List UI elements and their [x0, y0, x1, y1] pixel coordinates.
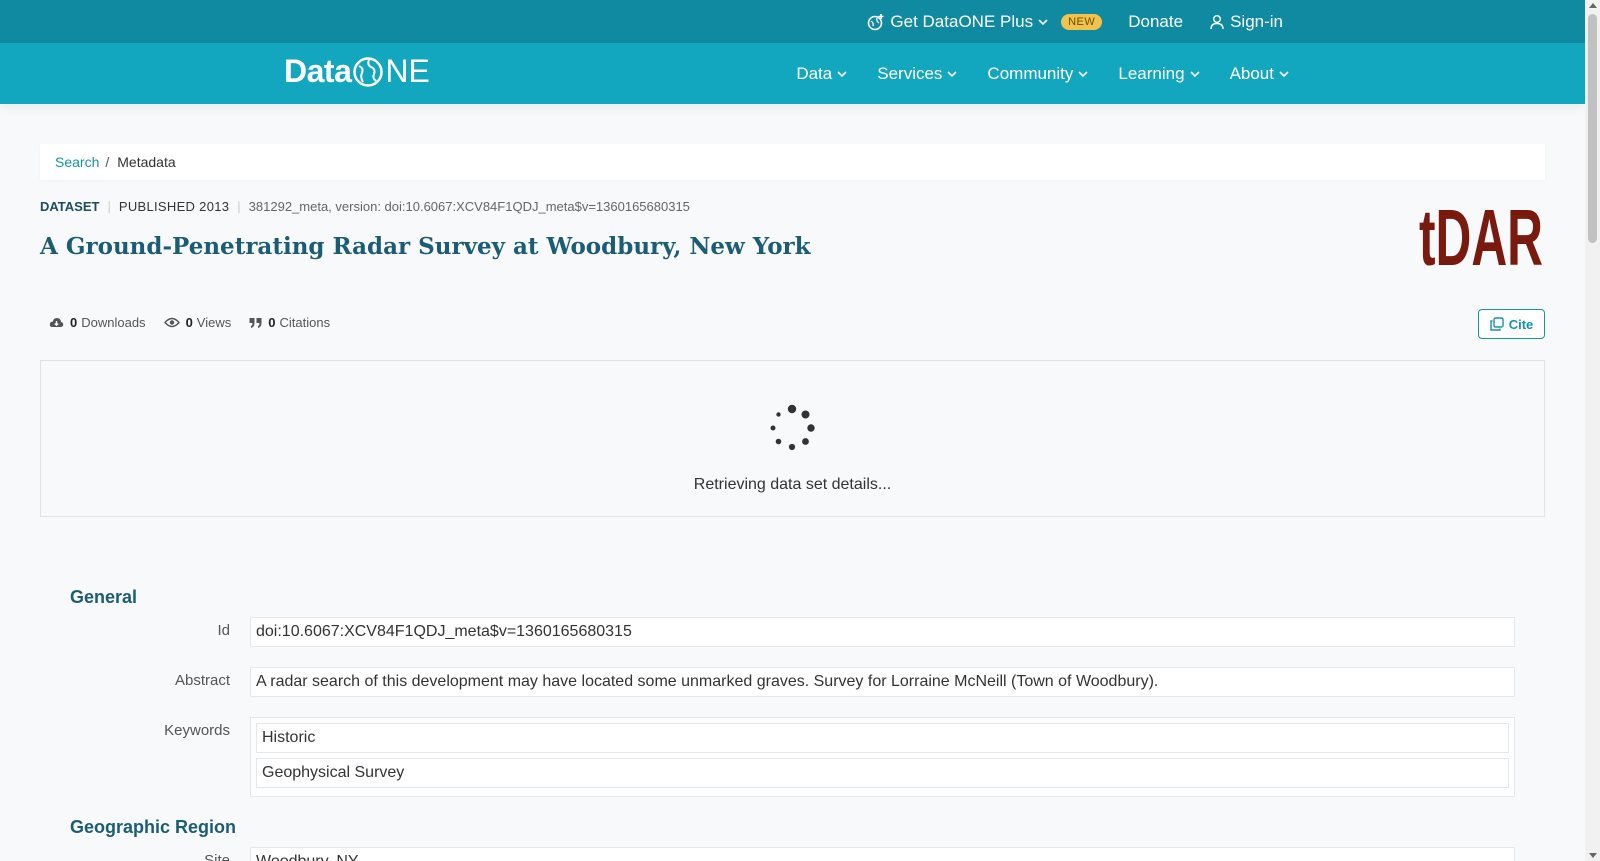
nav-item-learning[interactable]: Learning [1118, 63, 1200, 84]
views-metric: 0 Views [163, 315, 232, 330]
top-utility-bar: Get DataONE Plus NEW Donate Sign-in [0, 0, 1585, 43]
nav-item-label: Data [796, 63, 833, 83]
nav-item-community[interactable]: Community [987, 64, 1088, 84]
site-value: Woodbury, NY [250, 847, 1515, 861]
chevron-down-icon [837, 70, 847, 77]
loading-spinner-icon [770, 404, 815, 451]
logo-text-one: NE [385, 53, 430, 89]
donate-label: Donate [1128, 11, 1184, 31]
scroll-up-arrow-icon[interactable] [1589, 3, 1597, 8]
breadcrumb-current: Metadata [117, 154, 176, 170]
nav-item-label: Learning [1118, 63, 1185, 83]
breadcrumb: Search / Metadata [40, 144, 1545, 180]
nav-item-label: Community [987, 63, 1074, 83]
id-label: Id [217, 622, 230, 639]
user-icon [1210, 14, 1224, 29]
keyword-item: Geophysical Survey [256, 758, 1509, 788]
dataone-logo[interactable]: Data NE [284, 53, 430, 90]
dataset-metrics: 0 Downloads 0 Views 0 Citations [49, 315, 348, 330]
sign-in-label: Sign-in [1230, 11, 1283, 31]
nav-item-services[interactable]: Services [877, 64, 957, 84]
chevron-down-icon [1038, 18, 1048, 25]
scrollbar-thumb[interactable] [1588, 14, 1597, 243]
cite-button-label: Cite [1508, 316, 1534, 332]
keywords-label: Keywords [164, 722, 230, 739]
copy-icon [1490, 317, 1504, 331]
eye-icon [163, 317, 180, 328]
loading-panel: Retrieving data set details... [40, 360, 1545, 517]
tdar-logo-text: tDAR [1419, 199, 1543, 269]
citations-label: Citations [279, 315, 331, 330]
abstract-value: A radar search of this development may h… [250, 667, 1515, 697]
dataset-meta-line: DATASET | PUBLISHED 2013 | 381292_meta, … [40, 199, 690, 214]
page-scrollbar[interactable] [1585, 0, 1600, 861]
sign-in-link[interactable]: Sign-in [1209, 12, 1283, 32]
nav-item-data[interactable]: Data [796, 64, 847, 84]
new-badge: NEW [1061, 13, 1103, 30]
keyword-item: Historic [256, 723, 1509, 753]
citations-metric: 0 Citations [249, 315, 330, 330]
globe-logo-icon [353, 56, 384, 87]
tdar-repository-logo[interactable]: tDAR [1418, 199, 1545, 269]
dataset-identifier: 381292_meta, version: doi:10.6067:XCV84F… [248, 199, 690, 214]
scroll-down-arrow-icon[interactable] [1589, 853, 1597, 858]
id-value: doi:10.6067:XCV84F1QDJ_meta$v=1360165680… [250, 617, 1515, 647]
nav-item-label: Services [877, 63, 943, 83]
breadcrumb-search-link[interactable]: Search [55, 154, 99, 170]
divider: | [237, 199, 241, 214]
keywords-list: Historic Geophysical Survey [250, 717, 1515, 797]
nav-menu: Data Services Community Learning About [766, 43, 1289, 104]
main-navbar: Data NE Data Services Community Learning… [0, 43, 1585, 104]
divider: | [107, 199, 111, 214]
section-heading-geographic-region: Geographic Region [70, 817, 237, 837]
loading-message: Retrieving data set details... [693, 476, 892, 493]
abstract-label: Abstract [174, 672, 230, 689]
published-year: PUBLISHED 2013 [118, 199, 230, 214]
get-dataone-plus-label: Get DataONE Plus [890, 11, 1034, 31]
quote-icon [249, 317, 262, 328]
views-count: 0 [185, 315, 193, 330]
views-label: Views [196, 315, 232, 330]
donate-link[interactable]: Donate [1128, 12, 1183, 32]
get-dataone-plus-menu[interactable]: Get DataONE Plus NEW [867, 11, 1103, 32]
logo-text-data: Data [284, 53, 352, 89]
downloads-metric: 0 Downloads [49, 315, 146, 330]
globe-plus-icon [868, 13, 884, 30]
nav-item-label: About [1229, 63, 1274, 83]
downloads-label: Downloads [81, 315, 146, 330]
breadcrumb-separator: / [105, 154, 110, 170]
resource-type: DATASET [40, 199, 100, 214]
dataset-title: A Ground-Penetrating Radar Survey at Woo… [40, 233, 811, 260]
chevron-down-icon [1189, 70, 1200, 77]
downloads-count: 0 [70, 315, 78, 330]
chevron-down-icon [947, 70, 957, 77]
cite-button[interactable]: Cite [1478, 309, 1545, 339]
nav-item-about[interactable]: About [1230, 64, 1289, 84]
cloud-download-icon [49, 318, 64, 327]
citations-count: 0 [268, 315, 276, 330]
chevron-down-icon [1078, 70, 1088, 77]
site-label: Site [204, 852, 230, 861]
chevron-down-icon [1279, 70, 1289, 77]
section-heading-general: General [70, 587, 138, 607]
